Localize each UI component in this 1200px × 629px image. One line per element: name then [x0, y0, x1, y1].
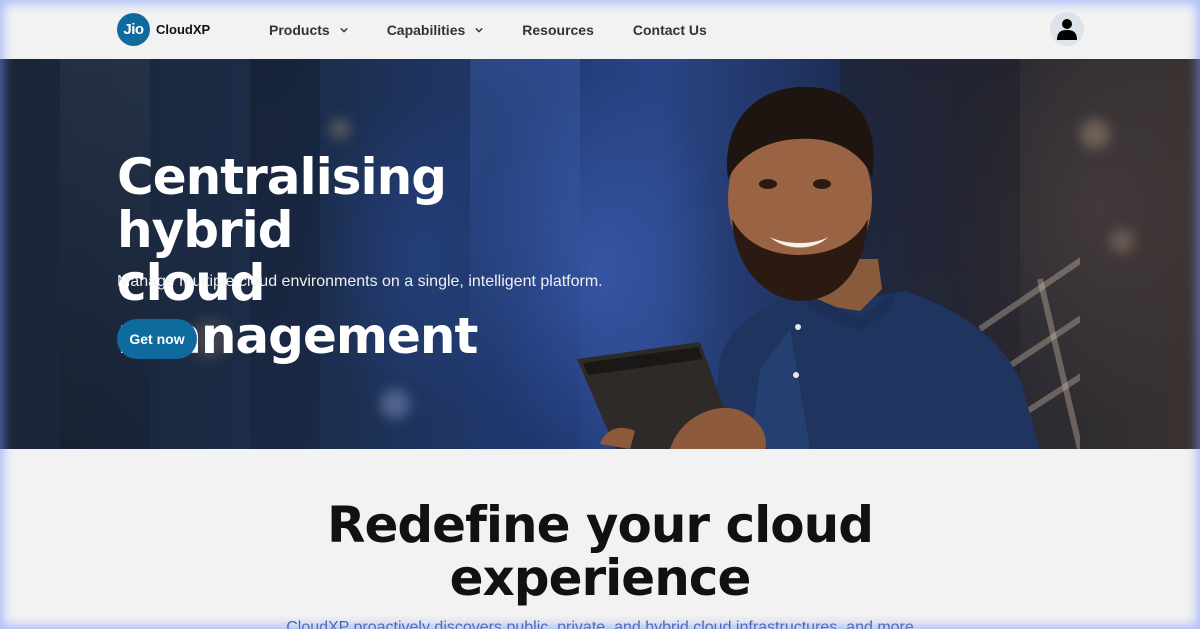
- nav-item-label: Capabilities: [386, 21, 466, 38]
- logo-text: CloudXP: [156, 22, 211, 37]
- hero-title-line1: Centralising hybrid: [117, 148, 447, 259]
- bokeh-light: [330, 119, 350, 139]
- jio-logo-mark: Jio: [117, 13, 150, 46]
- section-title-line1: Redefine your cloud: [326, 496, 874, 554]
- hero-banner: Centralising hybrid cloud management Man…: [0, 59, 1200, 449]
- main-nav: Products Capabilities Resources Contact …: [269, 0, 746, 59]
- user-icon: [1057, 19, 1077, 40]
- nav-item-products[interactable]: Products: [269, 22, 348, 38]
- nav-item-label: Contact Us: [632, 21, 707, 38]
- nav-item-resources[interactable]: Resources: [522, 22, 594, 38]
- site-header: Jio CloudXP Products Capabilities Resour…: [0, 0, 1200, 59]
- bokeh-light: [1080, 119, 1110, 149]
- bokeh-light: [380, 389, 410, 419]
- section-description: CloudXP proactively discovers public, pr…: [286, 619, 914, 629]
- hero-person-image: [577, 86, 1080, 449]
- bokeh-light: [1110, 229, 1134, 253]
- section-title-line2: experience: [449, 549, 752, 607]
- nav-item-label: Products: [269, 21, 330, 38]
- chevron-down-icon: [475, 27, 483, 33]
- chevron-down-icon: [339, 27, 348, 33]
- nav-item-label: Resources: [522, 21, 594, 38]
- section-title: Redefine your cloud experience: [0, 499, 1200, 605]
- logo[interactable]: Jio CloudXP: [117, 13, 210, 46]
- get-now-button[interactable]: Get now: [117, 319, 197, 359]
- nav-item-contact-us[interactable]: Contact Us: [633, 22, 707, 38]
- nav-item-capabilities[interactable]: Capabilities: [387, 22, 484, 38]
- account-button[interactable]: [1050, 12, 1084, 46]
- hero-subtitle: Manage multiple cloud environments on a …: [117, 273, 603, 290]
